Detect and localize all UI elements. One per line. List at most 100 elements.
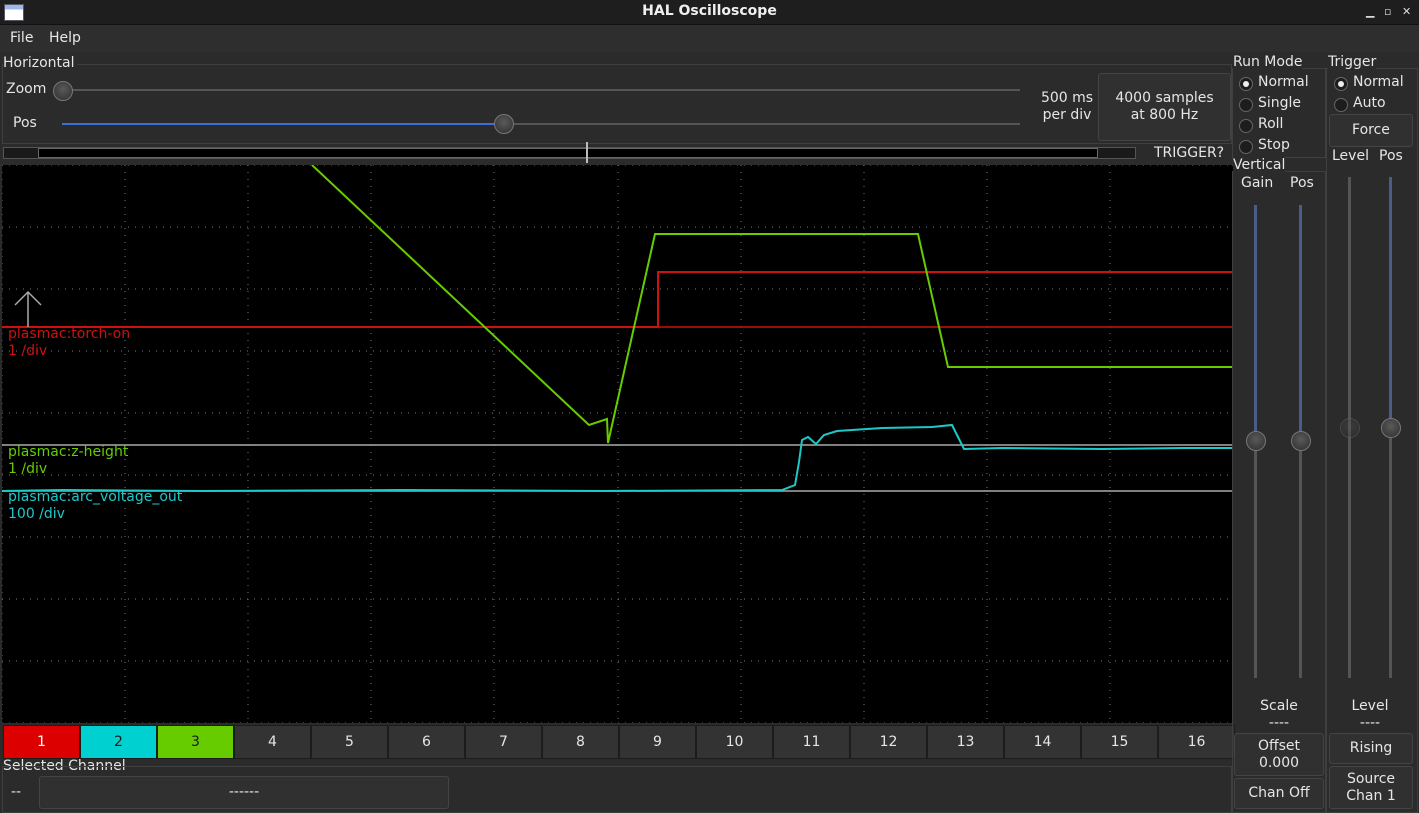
selected-channel-number: -- <box>11 784 22 800</box>
trigger-source-channel: Chan 1 <box>1346 788 1396 804</box>
trigger-source-label: Source <box>1346 771 1396 787</box>
offset-value: 0.000 <box>1258 755 1300 771</box>
trace-label-arc-voltage: plasmac:arc_voltage_out 100 /div <box>8 489 182 523</box>
channel-button-6[interactable]: 6 <box>388 725 465 759</box>
sample-rate-button[interactable]: 4000 samples at 800 Hz <box>1098 73 1231 141</box>
trigger-position-marker <box>586 142 588 163</box>
run-mode-radio-normal[interactable] <box>1239 77 1253 91</box>
vpos-slider-fill <box>1299 205 1302 441</box>
trigger-arrow-icon <box>14 290 42 327</box>
run-mode-label: Run Mode <box>1233 54 1303 70</box>
trigger-mode-option-label: Normal <box>1353 74 1404 90</box>
trigger-level-slider-handle[interactable] <box>1340 418 1360 438</box>
vertical-pos-label: Pos <box>1290 175 1314 191</box>
scale-value: ---- <box>1268 715 1290 731</box>
sample-frequency: at 800 Hz <box>1130 107 1199 123</box>
trace-scale: 1 /div <box>8 343 48 359</box>
channel-button-13[interactable]: 13 <box>927 725 1004 759</box>
gain-slider-fill <box>1254 205 1257 441</box>
trigger-edge-button[interactable]: Rising <box>1329 733 1413 764</box>
zoom-slider-track[interactable] <box>62 89 1020 91</box>
minimize-icon[interactable]: ▁ <box>1366 5 1374 18</box>
vertical-label: Vertical <box>1233 157 1286 173</box>
trigger-mode-radio-normal[interactable] <box>1334 77 1348 91</box>
channel-button-16[interactable]: 16 <box>1158 725 1235 759</box>
timebase-unit: per div <box>1042 107 1092 123</box>
arc-voltage-trace <box>2 423 1233 493</box>
channel-button-15[interactable]: 15 <box>1081 725 1158 759</box>
pos-slider-fill <box>62 123 503 125</box>
trigger-level-caption: Level <box>1351 698 1389 714</box>
trace-label-z-height: plasmac:z-height 1 /div <box>8 444 128 478</box>
channel-button-3[interactable]: 3 <box>157 725 234 759</box>
trigger-pos-slider-track[interactable] <box>1389 427 1392 678</box>
trigger-pos-slider-handle[interactable] <box>1381 418 1401 438</box>
scope-display[interactable]: plasmac:torch-on 1 /div plasmac:z-height… <box>2 165 1233 723</box>
chan-off-button[interactable]: Chan Off <box>1234 778 1324 809</box>
channel-button-1[interactable]: 1 <box>3 725 80 759</box>
trace-name: plasmac:arc_voltage_out <box>8 489 183 505</box>
close-icon[interactable]: ✕ <box>1402 5 1411 18</box>
trigger-pos-slider-fill <box>1389 177 1392 427</box>
menu-help[interactable]: Help <box>49 30 81 46</box>
channel-button-9[interactable]: 9 <box>619 725 696 759</box>
menu-file[interactable]: File <box>10 30 33 46</box>
run-mode-radio-single[interactable] <box>1239 98 1253 112</box>
channel-button-14[interactable]: 14 <box>1004 725 1081 759</box>
gain-slider-handle[interactable] <box>1246 431 1266 451</box>
run-mode-option-label: Stop <box>1258 137 1290 153</box>
trace-name: plasmac:z-height <box>8 444 129 460</box>
channel-button-2[interactable]: 2 <box>80 725 157 759</box>
trigger-source-button[interactable]: Source Chan 1 <box>1329 766 1413 809</box>
offset-label: Offset <box>1257 738 1301 754</box>
timebase-value: 500 ms <box>1040 90 1094 106</box>
record-window <box>38 148 1098 158</box>
channel-button-11[interactable]: 11 <box>773 725 850 759</box>
trace-label-torch-on: plasmac:torch-on 1 /div <box>8 326 130 360</box>
trigger-level-label: Level <box>1332 148 1369 164</box>
maximize-icon[interactable]: ▫ <box>1384 5 1391 18</box>
offset-button[interactable]: Offset 0.000 <box>1234 733 1324 776</box>
trigger-status: TRIGGER? <box>1154 145 1225 161</box>
channel-button-4[interactable]: 4 <box>234 725 311 759</box>
window-title: HAL Oscilloscope <box>642 3 777 19</box>
trigger-pos-label: Pos <box>1379 148 1403 164</box>
trigger-level-value: ---- <box>1359 715 1381 731</box>
trigger-mode-option-label: Auto <box>1353 95 1386 111</box>
pos-label: Pos <box>13 115 37 131</box>
selected-channel-name[interactable]: ------ <box>39 776 449 809</box>
vpos-slider-track[interactable] <box>1299 441 1302 678</box>
channel-button-10[interactable]: 10 <box>696 725 773 759</box>
zoom-label: Zoom <box>6 81 47 97</box>
zoom-slider-handle[interactable] <box>53 81 73 101</box>
vertical-gain-label: Gain <box>1241 175 1274 191</box>
trace-name: plasmac:torch-on <box>8 326 131 342</box>
trigger-mode-radio-auto[interactable] <box>1334 98 1348 112</box>
timebase-readout: 500 ms per div <box>1026 90 1108 124</box>
trigger-label: Trigger <box>1328 54 1377 70</box>
torch-on-trace <box>2 271 1233 328</box>
trace-scale: 1 /div <box>8 461 48 477</box>
channel-button-7[interactable]: 7 <box>465 725 542 759</box>
force-button[interactable]: Force <box>1329 114 1413 147</box>
run-mode-radio-stop[interactable] <box>1239 140 1253 154</box>
samples-count: 4000 samples <box>1115 90 1214 106</box>
run-mode-radio-roll[interactable] <box>1239 119 1253 133</box>
scope-grid <box>2 165 1233 723</box>
scale-readout: Scale ---- <box>1234 698 1324 732</box>
run-mode-option-label: Roll <box>1258 116 1284 132</box>
run-mode-option-label: Normal <box>1258 74 1309 90</box>
channel-button-8[interactable]: 8 <box>542 725 619 759</box>
vpos-slider-handle[interactable] <box>1291 431 1311 451</box>
pos-slider-handle[interactable] <box>493 114 514 134</box>
trace-scale: 100 /div <box>8 506 65 522</box>
channel-button-5[interactable]: 5 <box>311 725 388 759</box>
channel-button-12[interactable]: 12 <box>850 725 927 759</box>
horizontal-group-label: Horizontal <box>3 55 78 71</box>
scale-label: Scale <box>1260 698 1298 714</box>
scope-canvas <box>2 165 1233 723</box>
trigger-level-readout: Level ---- <box>1328 698 1412 732</box>
menu-bar <box>0 25 1419 52</box>
gain-slider-track[interactable] <box>1254 441 1257 678</box>
z-height-trace <box>311 165 1233 444</box>
